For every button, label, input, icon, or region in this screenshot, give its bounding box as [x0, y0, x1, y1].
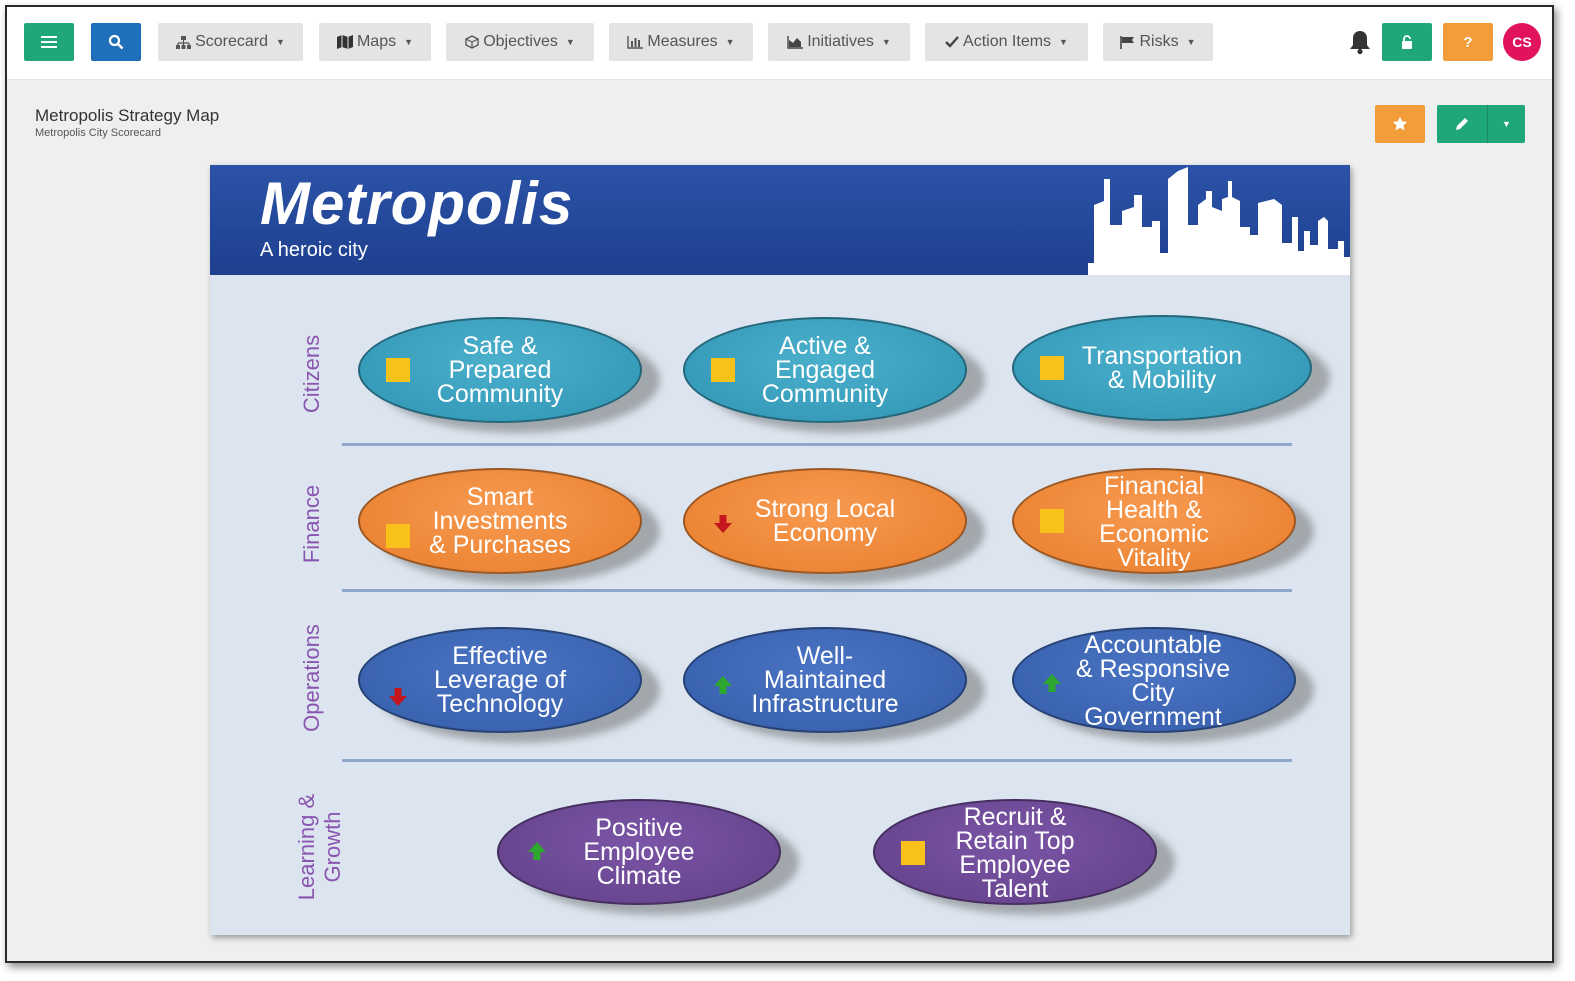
bar-chart-icon: [627, 35, 644, 49]
objective-accountable-responsive-government[interactable]: Accountable & Responsive City Government: [1012, 627, 1314, 743]
edit-button-group: ▼: [1437, 105, 1525, 143]
objective-label: Recruit & Retain Top Employee Talent: [955, 803, 1075, 903]
objective-active-engaged-community[interactable]: Active & Engaged Community: [683, 317, 985, 433]
status-square-icon: [711, 358, 735, 382]
perspective-learning-growth-label: Learning & Growth: [294, 793, 345, 901]
action-items-label: Action Items: [963, 33, 1052, 50]
objective-label: Financial Health & Economic Vitality: [1099, 472, 1209, 572]
objective-label: Safe & Prepared Community: [436, 332, 564, 408]
search-button[interactable]: [91, 23, 141, 61]
chevron-down-icon: ▼: [565, 37, 575, 47]
risks-label: Risks: [1139, 33, 1179, 50]
objective-label: Smart Investments & Purchases: [429, 483, 571, 559]
chevron-down-icon: ▼: [404, 37, 414, 47]
objectives-dropdown[interactable]: Objectives ▼: [446, 23, 594, 61]
area-chart-icon: [787, 35, 804, 49]
app-window: Scorecard ▼ Maps ▼ Objectives ▼ Measures…: [5, 5, 1554, 963]
help-button[interactable]: ?: [1443, 23, 1493, 61]
perspective-divider: [342, 759, 1292, 762]
status-square-icon: [1040, 509, 1064, 533]
objective-strong-local-economy[interactable]: Strong Local Economy: [683, 468, 985, 584]
star-icon: [1392, 116, 1408, 131]
map-banner: Metropolis A heroic city: [210, 165, 1350, 275]
status-arrow: [711, 512, 735, 536]
objective-label: Accountable & Responsive City Government: [1075, 631, 1231, 731]
objective-label: Transportation & Mobility: [1081, 342, 1243, 394]
chevron-down-icon: ▼: [276, 37, 285, 47]
objective-positive-employee-climate[interactable]: Positive Employee Climate: [497, 799, 799, 915]
avatar-initials: CS: [1512, 34, 1532, 50]
status-arrow: [386, 685, 410, 709]
status-square-icon: [1040, 356, 1064, 380]
strategy-map: Metropolis A heroic city Citizens Financ…: [210, 165, 1350, 935]
objective-label: Effective Leverage of Technology: [433, 642, 567, 718]
chevron-down-icon: ▼: [1502, 119, 1511, 129]
objective-label: Positive Employee Climate: [583, 814, 695, 890]
chevron-down-icon: ▼: [1059, 37, 1068, 47]
perspective-operations-label: Operations: [299, 624, 324, 732]
search-icon: [108, 34, 124, 50]
status-square-icon: [386, 358, 410, 382]
city-skyline-icon: [1088, 167, 1350, 275]
edit-button[interactable]: [1437, 105, 1487, 143]
chevron-down-icon: ▼: [725, 37, 735, 47]
perspective-divider: [342, 589, 1292, 592]
status-up-arrow-icon: [714, 676, 732, 694]
map-icon: [336, 35, 353, 49]
initiatives-label: Initiatives: [807, 33, 874, 50]
measures-dropdown[interactable]: Measures ▼: [609, 23, 753, 61]
help-label: ?: [1463, 33, 1473, 51]
status-up-arrow-icon: [528, 842, 546, 860]
initiatives-dropdown[interactable]: Initiatives ▼: [768, 23, 910, 61]
objective-transportation-mobility[interactable]: Transportation & Mobility: [1012, 315, 1330, 431]
chevron-down-icon: ▼: [1186, 37, 1196, 47]
page-title: Metropolis Strategy Map: [35, 106, 220, 125]
bell-icon[interactable]: [1349, 29, 1371, 55]
chevron-down-icon: ▼: [881, 37, 891, 47]
flag-icon: [1120, 35, 1135, 49]
hamburger-icon: [41, 36, 57, 48]
objective-effective-leverage-technology[interactable]: Effective Leverage of Technology: [358, 627, 660, 743]
status-down-arrow-icon: [389, 688, 407, 706]
status-square-icon: [386, 524, 410, 548]
perspective-divider: [342, 443, 1292, 446]
measures-label: Measures: [647, 33, 718, 50]
maps-label: Maps: [356, 33, 397, 50]
action-items-dropdown[interactable]: Action Items ▼: [925, 23, 1088, 61]
objective-financial-health-economic-vitality[interactable]: Financial Health & Economic Vitality: [1012, 468, 1314, 584]
objective-label: Active & Engaged Community: [761, 332, 889, 408]
menu-button[interactable]: [24, 23, 74, 61]
objective-smart-investments-purchases[interactable]: Smart Investments & Purchases: [358, 468, 660, 584]
objective-well-maintained-infrastructure[interactable]: Well- Maintained Infrastructure: [683, 627, 985, 743]
pencil-icon: [1456, 118, 1468, 130]
perspective-finance-label: Finance: [299, 484, 324, 564]
scorecard-dropdown[interactable]: Scorecard ▼: [158, 23, 303, 61]
cube-icon: [465, 35, 479, 49]
objectives-label: Objectives: [483, 33, 558, 50]
page-subtitle: Metropolis City Scorecard: [35, 127, 161, 139]
map-title: Metropolis: [260, 170, 574, 237]
status-square-icon: [901, 841, 925, 865]
risks-dropdown[interactable]: Risks ▼: [1103, 23, 1213, 61]
unlock-icon: [1402, 35, 1412, 49]
maps-dropdown[interactable]: Maps ▼: [319, 23, 431, 61]
status-arrow: [525, 839, 549, 863]
favorite-button[interactable]: [1375, 105, 1425, 143]
top-navbar: Scorecard ▼ Maps ▼ Objectives ▼ Measures…: [7, 7, 1552, 80]
hierarchy-icon: [176, 35, 192, 49]
objective-label: Well- Maintained Infrastructure: [751, 642, 899, 718]
objective-recruit-retain-top-talent[interactable]: Recruit & Retain Top Employee Talent: [873, 799, 1175, 915]
check-icon: [945, 36, 959, 48]
map-tagline: A heroic city: [260, 239, 368, 261]
unlock-button[interactable]: [1382, 23, 1432, 61]
status-arrow: [711, 673, 735, 697]
perspective-citizens-label: Citizens: [299, 334, 324, 414]
edit-options-dropdown[interactable]: ▼: [1487, 105, 1525, 143]
objective-safe-prepared-community[interactable]: Safe & Prepared Community: [358, 317, 660, 433]
avatar[interactable]: CS: [1503, 23, 1541, 61]
scorecard-label: Scorecard: [195, 33, 268, 50]
objective-label: Strong Local Economy: [754, 495, 896, 547]
status-down-arrow-icon: [714, 515, 732, 533]
